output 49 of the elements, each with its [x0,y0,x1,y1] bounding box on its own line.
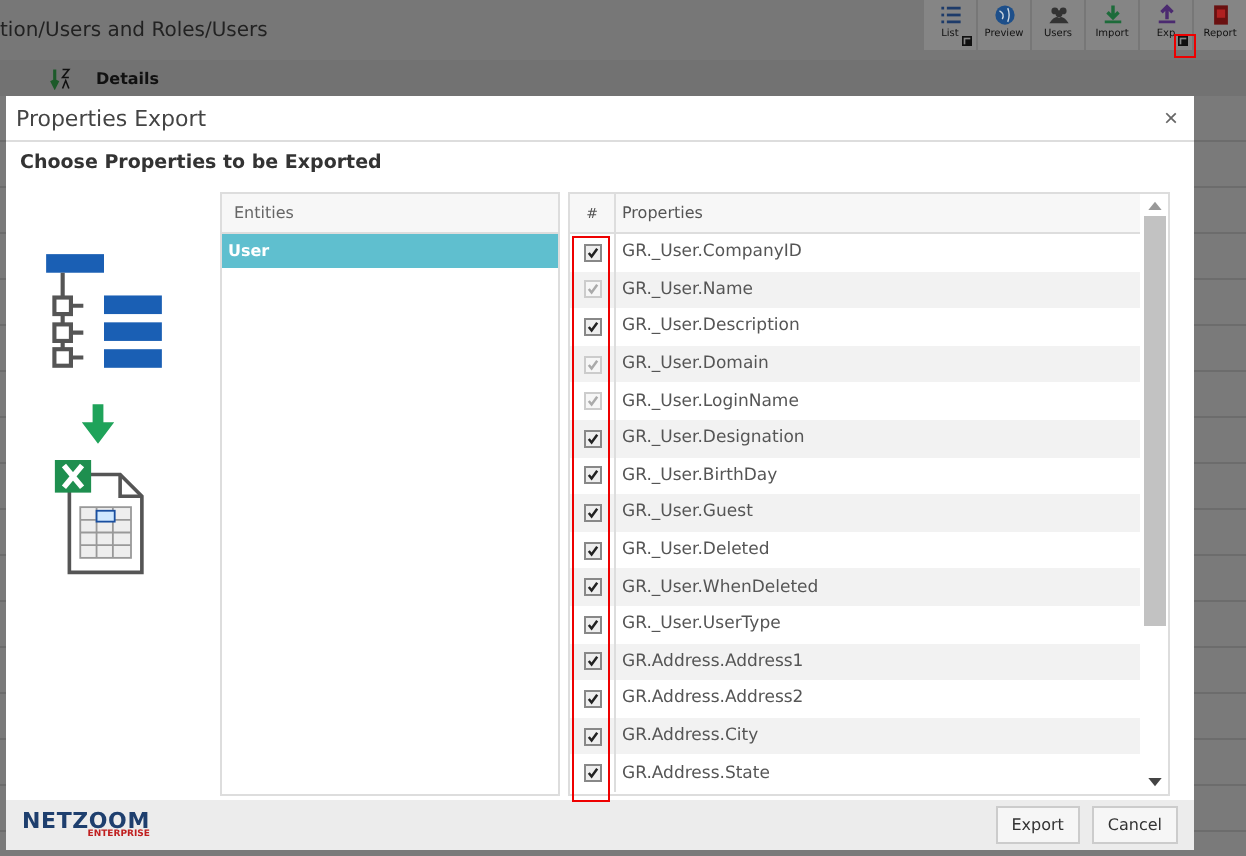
property-name: GR._User.CompanyID [620,242,802,263]
column-header: Properties [620,204,703,222]
column-header: Entities [222,194,558,234]
globe-icon [993,4,1015,26]
checkbox[interactable] [583,466,601,485]
checkbox[interactable] [583,727,601,746]
property-name: GR._User.Guest [620,502,753,523]
dialog-heading: Choose Properties to be Exported [18,150,384,178]
property-name: GR._User.Deleted [620,540,770,561]
users-icon [1047,4,1069,26]
upload-icon [1155,4,1177,26]
checkbox[interactable] [583,317,601,336]
cancel-button[interactable]: Cancel [1091,806,1178,844]
highlight-frame [1174,34,1196,58]
export-button[interactable]: Export [995,806,1080,844]
scroll-down-icon[interactable] [1147,778,1161,788]
property-name: GR._User.Description [620,316,800,337]
breadcrumb: tion/Users and Roles/Users [0,19,268,41]
tree-icon [41,250,165,374]
checkbox[interactable] [583,689,601,708]
dialog-title: Properties Export [16,105,207,131]
checkbox[interactable] [583,615,601,634]
download-icon [1101,4,1123,26]
checkbox[interactable] [583,243,601,262]
down-arrow-icon [80,404,116,444]
checkbox[interactable] [583,541,601,560]
property-name: GR._User.LoginName [620,391,799,412]
checkbox[interactable] [583,578,601,597]
list-icon [939,4,961,26]
property-name: GR._User.UserType [620,614,781,635]
scroll-up-icon[interactable] [1147,200,1161,210]
property-name: GR._User.BirthDay [620,465,778,486]
checkbox[interactable] [583,429,601,448]
property-name: GR.Address.Address1 [620,651,804,672]
property-name: GR._User.Designation [620,428,805,449]
property-name: GR.Address.Address2 [620,688,804,709]
checkbox[interactable] [583,652,601,671]
details-label: Details [96,69,160,87]
spreadsheet-icon [53,460,149,576]
checkbox[interactable] [583,764,601,783]
property-name: GR._User.Name [620,279,754,300]
property-name: GR.Address.City [620,726,759,747]
property-name: GR.Address.State [620,763,770,784]
document-icon [1209,4,1231,26]
property-name: GR._User.WhenDeleted [620,577,819,598]
checkbox[interactable] [583,503,601,522]
close-button[interactable]: × [1163,104,1178,132]
sort-icon[interactable] [50,67,72,89]
property-name: GR._User.Domain [620,354,769,375]
